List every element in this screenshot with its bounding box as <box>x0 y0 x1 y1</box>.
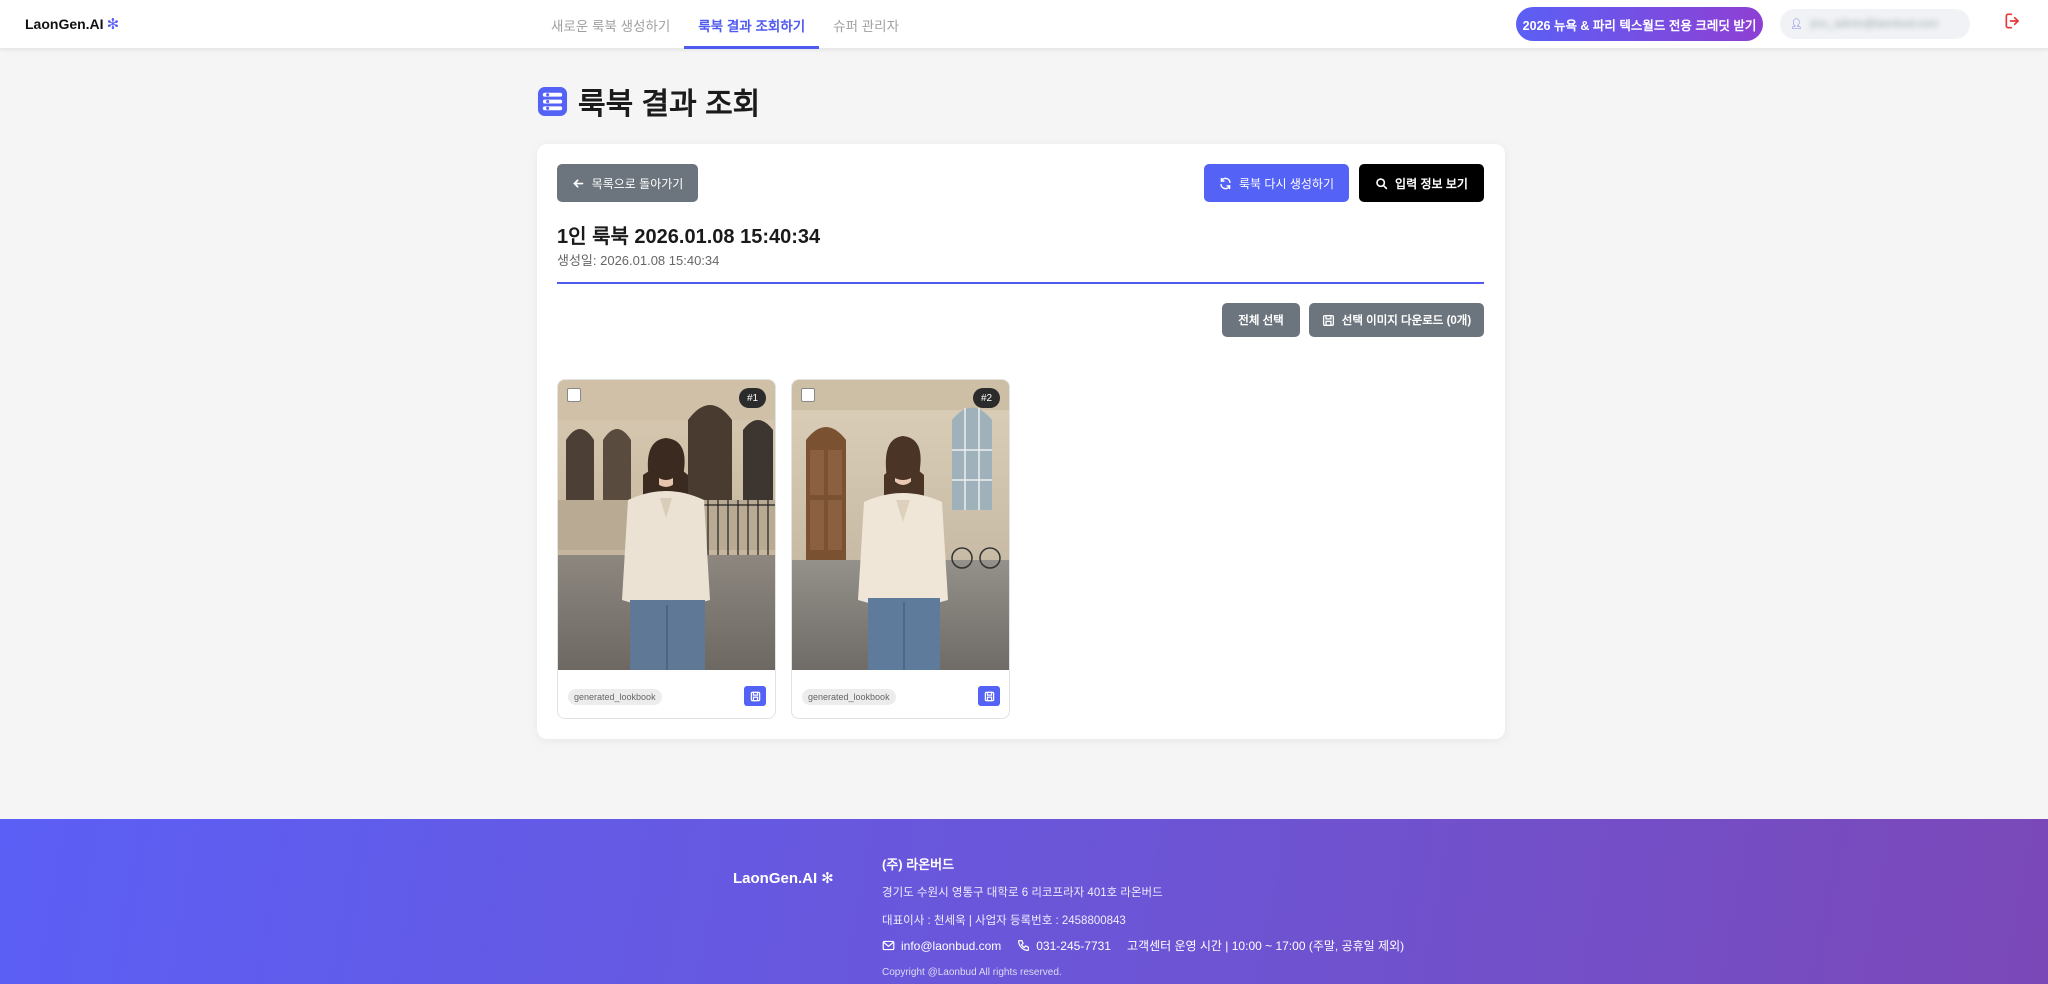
credit-button[interactable]: 2026 뉴욕 & 파리 텍스월드 전용 크레딧 받기 <box>1516 7 1763 41</box>
image-number-badge: #2 <box>973 388 1000 408</box>
nav-lookbook-results[interactable]: 룩북 결과 조회하기 <box>684 0 820 49</box>
contact-phone-text: 031-245-7731 <box>1036 938 1111 953</box>
contact-info: info@laonbud.com 031-245-7731 고객센터 운영 시간… <box>882 937 1404 954</box>
nav-new-lookbook[interactable]: 새로운 룩북 생성하기 <box>537 0 684 49</box>
asterisk-icon: ✻ <box>106 16 120 33</box>
lookbook-result-card: 목록으로 돌아가기 룩북 다시 생성하기 입력 정보 보기 1인 룩북 2026… <box>537 144 1505 739</box>
list-icon <box>537 86 568 116</box>
mail-icon <box>882 940 895 951</box>
download-selected-label: 선택 이미지 다운로드 (0개) <box>1341 315 1472 327</box>
logo-text: LaonGen.AI <box>25 16 104 32</box>
regenerate-label: 룩북 다시 생성하기 <box>1239 176 1334 191</box>
contact-email[interactable]: info@laonbud.com <box>882 939 1001 953</box>
lookbook-image-card[interactable]: #2 generated_lookbook <box>791 379 1010 719</box>
lookbook-title: 1인 룩북 2026.01.08 15:40:34 <box>557 226 821 248</box>
nav-super-admin[interactable]: 슈퍼 관리자 <box>819 0 913 49</box>
contact-phone[interactable]: 031-245-7731 <box>1017 939 1111 953</box>
logo[interactable]: LaonGen.AI ✻ <box>25 15 119 33</box>
image-number-badge: #1 <box>739 388 766 408</box>
image-tag: generated_lookbook <box>802 689 896 705</box>
back-to-list-button[interactable]: 목록으로 돌아가기 <box>557 164 698 202</box>
top-navbar: LaonGen.AI ✻ 새로운 룩북 생성하기 룩북 결과 조회하기 슈퍼 관… <box>0 0 2048 49</box>
divider <box>557 282 1484 284</box>
footer: LaonGen.AI ✻ (주) 라온버드 경기도 수원시 영통구 대학로 6 … <box>0 819 2048 984</box>
image-tag: generated_lookbook <box>568 689 662 705</box>
lookbook-photo[interactable] <box>792 380 1010 670</box>
asterisk-icon: ✻ <box>821 870 834 887</box>
footer-logo-text: LaonGen.AI <box>733 869 818 887</box>
footer-logo: LaonGen.AI ✻ <box>733 869 834 888</box>
contact-email-text: info@laonbud.com <box>901 938 1002 953</box>
user-menu[interactable]: 👤︎ jinu_admin@laonbud.com <box>1780 9 1970 39</box>
page-heading: 룩북 결과 조회 <box>537 79 760 123</box>
search-icon <box>1376 177 1388 189</box>
support-hours: 고객센터 운영 시간 | 10:00 ~ 17:00 (주말, 공휴일 제외) <box>1126 939 1405 953</box>
lookbook-image-card[interactable]: #1 generated_lookbook <box>557 379 776 719</box>
select-checkbox[interactable] <box>567 388 581 402</box>
view-input-info-label: 입력 정보 보기 <box>1395 176 1468 191</box>
phone-icon <box>1018 940 1030 951</box>
save-icon <box>1322 314 1334 326</box>
company-address: 경기도 수원시 영통구 대학로 6 리코프라자 401호 라온버드 <box>882 887 1163 899</box>
copyright: Copyright @Laonbud All rights reserved. <box>882 967 1062 978</box>
save-image-button[interactable] <box>978 686 1000 706</box>
save-image-button[interactable] <box>744 686 766 706</box>
download-selected-button[interactable]: 선택 이미지 다운로드 (0개) <box>1309 303 1484 337</box>
company-registration: 대표이사 : 천세욱 | 사업자 등록번호 : 2458800843 <box>882 915 1126 927</box>
save-icon <box>750 691 760 701</box>
select-checkbox[interactable] <box>801 388 815 402</box>
created-date: 생성일: 2026.01.08 15:40:34 <box>557 253 720 268</box>
save-icon <box>984 691 994 701</box>
user-email: jinu_admin@laonbud.com <box>1810 18 1939 30</box>
select-all-button[interactable]: 전체 선택 <box>1222 303 1300 337</box>
regenerate-button[interactable]: 룩북 다시 생성하기 <box>1204 164 1349 202</box>
page-title: 룩북 결과 조회 <box>578 88 761 121</box>
lookbook-photo[interactable] <box>558 380 776 670</box>
main-nav: 새로운 룩북 생성하기 룩북 결과 조회하기 슈퍼 관리자 <box>537 0 913 49</box>
arrow-left-icon <box>572 178 584 188</box>
back-to-list-label: 목록으로 돌아가기 <box>591 176 684 191</box>
view-input-info-button[interactable]: 입력 정보 보기 <box>1359 164 1484 202</box>
user-icon: 👤︎ <box>1790 18 1803 30</box>
company-name: (주) 라온버드 <box>882 857 955 872</box>
refresh-icon <box>1220 177 1231 189</box>
logout-icon[interactable] <box>2003 11 2023 31</box>
